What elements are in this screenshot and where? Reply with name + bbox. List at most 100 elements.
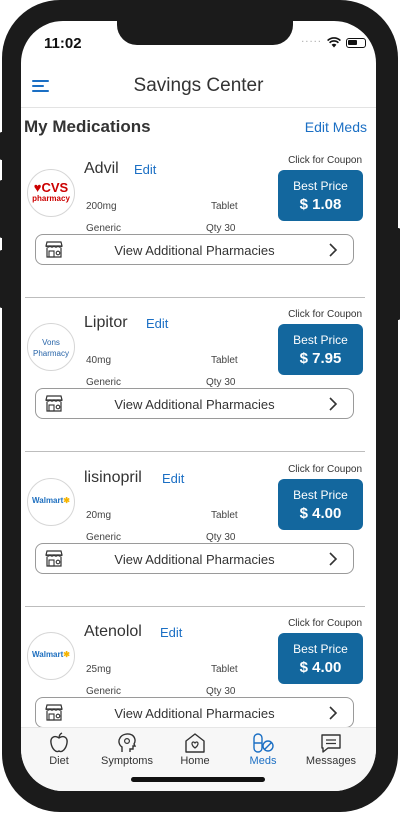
home-heart-icon <box>185 733 205 753</box>
coupon-label: Click for Coupon <box>288 464 362 475</box>
medication-type: Generic <box>86 223 122 234</box>
tab-diet[interactable]: Diet <box>24 732 94 767</box>
edit-medication-link[interactable]: Edit <box>162 471 184 486</box>
medication-type: Generic <box>86 686 122 697</box>
tab-meds[interactable]: Meds <box>228 732 298 767</box>
volume-up-button <box>0 180 3 238</box>
medication-dose: 20mg <box>86 510 112 521</box>
tab-label: Messages <box>305 755 357 767</box>
medication-qty: Qty 30 <box>206 532 236 543</box>
notch <box>117 21 293 45</box>
best-price-value: $ 4.00 <box>299 505 342 522</box>
view-pharmacies-button[interactable]: View Additional Pharmacies <box>35 543 354 574</box>
medication-name: Lipitor <box>84 314 128 331</box>
spark-icon: ✱ <box>63 496 70 505</box>
mute-switch <box>0 132 3 160</box>
medication-type: Generic <box>86 532 122 543</box>
medication-name: Atenolol <box>84 623 142 640</box>
tab-symptoms[interactable]: Symptoms <box>92 732 162 767</box>
tab-home[interactable]: Home <box>160 732 230 767</box>
pharmacy-brand: Walmart <box>32 496 64 505</box>
pills-icon <box>253 733 274 753</box>
pharmacy-logo-vons: Vons Pharmacy <box>27 323 75 371</box>
pharmacy-logo-walmart: Walmart✱ <box>27 632 75 680</box>
medication-form: Tablet <box>211 201 238 212</box>
pharmacy-sub: Pharmacy <box>32 349 69 358</box>
tab-label: Symptoms <box>101 755 153 767</box>
medication-form: Tablet <box>211 510 238 521</box>
spark-icon: ✱ <box>63 650 70 659</box>
tab-messages[interactable]: Messages <box>296 732 366 767</box>
pharmacy-logo-walmart: Walmart✱ <box>27 478 75 526</box>
tab-label: Diet <box>49 755 69 767</box>
battery-icon <box>346 37 366 48</box>
signal-icon: ····· <box>301 37 322 48</box>
medication-name: Advil <box>84 160 119 177</box>
view-pharmacies-button[interactable]: View Additional Pharmacies <box>35 234 354 265</box>
medication-qty: Qty 30 <box>206 377 236 388</box>
view-pharmacies-label: View Additional Pharmacies <box>114 397 275 412</box>
coupon-label: Click for Coupon <box>288 155 362 166</box>
coupon-label: Click for Coupon <box>288 618 362 629</box>
wifi-icon <box>327 37 341 48</box>
edit-medication-link[interactable]: Edit <box>160 625 182 640</box>
screen: 11:02 ····· Savings Center My Medication… <box>21 21 376 791</box>
best-price-button[interactable]: Best Price $ 7.95 <box>278 324 363 375</box>
volume-down-button <box>0 250 3 308</box>
view-pharmacies-button[interactable]: View Additional Pharmacies <box>35 697 354 728</box>
medication-dose: 200mg <box>86 201 117 212</box>
chevron-right-icon <box>329 397 338 411</box>
best-price-button[interactable]: Best Price $ 4.00 <box>278 633 363 684</box>
chevron-right-icon <box>329 706 338 720</box>
pharmacy-sub: pharmacy <box>32 194 70 203</box>
chevron-right-icon <box>329 552 338 566</box>
view-pharmacies-label: View Additional Pharmacies <box>114 706 275 721</box>
medication-qty: Qty 30 <box>206 686 236 697</box>
apple-icon <box>50 732 68 753</box>
tab-label: Meds <box>249 755 277 767</box>
page-title: Savings Center <box>133 75 264 96</box>
section-title: My Medications <box>24 117 151 136</box>
medication-name: lisinopril <box>84 469 142 486</box>
best-price-button[interactable]: Best Price $ 4.00 <box>278 479 363 530</box>
medication-card: ♥CVS pharmacy Advil Edit 200mg Tablet Ge… <box>21 144 376 298</box>
best-price-value: $ 7.95 <box>299 350 342 367</box>
best-price-label: Best Price <box>293 642 348 656</box>
pharmacy-brand: Walmart <box>32 650 64 659</box>
medication-form: Tablet <box>211 355 238 366</box>
edit-medication-link[interactable]: Edit <box>146 316 168 331</box>
best-price-value: $ 1.08 <box>299 196 342 213</box>
message-icon <box>321 734 341 753</box>
status-time: 11:02 <box>44 35 82 52</box>
coupon-label: Click for Coupon <box>288 309 362 320</box>
card-divider <box>25 451 365 452</box>
medication-dose: 40mg <box>86 355 112 366</box>
app-header: Savings Center <box>21 65 376 107</box>
head-icon <box>118 733 137 752</box>
header-divider <box>21 107 376 108</box>
medication-qty: Qty 30 <box>206 223 236 234</box>
status-icons: ····· <box>301 37 366 48</box>
best-price-button[interactable]: Best Price $ 1.08 <box>278 170 363 221</box>
medication-dose: 25mg <box>86 664 112 675</box>
best-price-label: Best Price <box>293 488 348 502</box>
edit-meds-link[interactable]: Edit Meds <box>305 119 367 135</box>
view-pharmacies-button[interactable]: View Additional Pharmacies <box>35 388 354 419</box>
edit-medication-link[interactable]: Edit <box>134 162 156 177</box>
tab-label: Home <box>180 755 210 767</box>
best-price-label: Best Price <box>293 333 348 347</box>
view-pharmacies-label: View Additional Pharmacies <box>114 243 275 258</box>
pharmacy-brand: CVS <box>41 180 69 195</box>
pharmacy-brand: Vons <box>42 338 60 347</box>
pharmacy-logo-cvs: ♥CVS pharmacy <box>27 169 75 217</box>
medication-type: Generic <box>86 377 122 388</box>
chevron-right-icon <box>329 243 338 257</box>
medication-form: Tablet <box>211 664 238 675</box>
best-price-label: Best Price <box>293 179 348 193</box>
medication-card: Vons Pharmacy Lipitor Edit 40mg Tablet G… <box>21 298 376 452</box>
home-indicator <box>131 777 265 782</box>
medications-header: My Medications Edit Meds <box>21 117 376 141</box>
view-pharmacies-label: View Additional Pharmacies <box>114 552 275 567</box>
medication-card: Walmart✱ lisinopril Edit 20mg Tablet Gen… <box>21 453 376 607</box>
best-price-value: $ 4.00 <box>299 659 342 676</box>
